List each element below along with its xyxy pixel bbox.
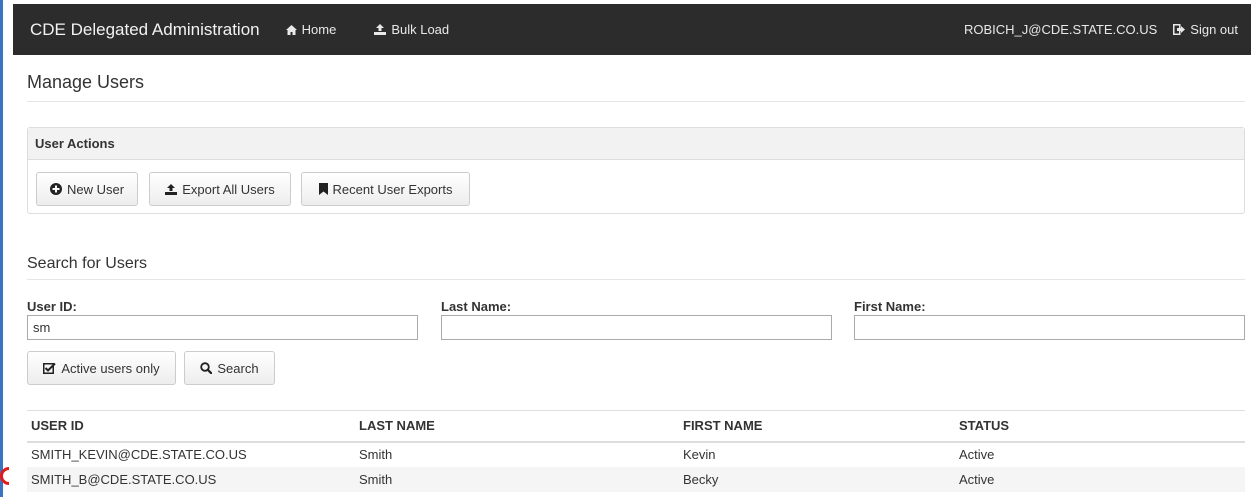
sign-out-label: Sign out	[1190, 22, 1238, 37]
first-name-label: First Name:	[854, 299, 926, 314]
active-users-only-label: Active users only	[61, 360, 160, 376]
new-user-label: New User	[66, 181, 125, 197]
nav-home-label: Home	[301, 22, 337, 37]
checkbox-checked-icon	[43, 362, 57, 374]
search-divider	[27, 279, 1245, 280]
recent-user-exports-label: Recent User Exports	[332, 181, 453, 197]
cell-last-name: Smith	[359, 447, 393, 462]
user-actions-body: New User Export All Users Recent User Ex…	[28, 160, 1244, 214]
export-all-users-button[interactable]: Export All Users	[149, 172, 291, 206]
sign-out-link[interactable]: Sign out	[1173, 22, 1238, 37]
search-icon	[200, 362, 213, 374]
nav-home-link[interactable]: Home	[285, 22, 337, 37]
cell-user-id: SMITH_B@CDE.STATE.CO.US	[27, 466, 355, 492]
user-actions-title: User Actions	[28, 128, 1244, 160]
active-users-only-toggle[interactable]: Active users only	[27, 351, 176, 385]
nav-bulk-load-label: Bulk Load	[391, 22, 450, 37]
cell-user-id: SMITH_KEVIN@CDE.STATE.CO.US	[31, 447, 247, 462]
recent-user-exports-button[interactable]: Recent User Exports	[301, 172, 470, 206]
top-navbar: CDE Delegated Administration Home Bulk L…	[13, 4, 1251, 55]
sign-out-icon	[1173, 24, 1186, 35]
user-actions-panel: User Actions New User Export All Users R…	[27, 127, 1245, 214]
nav-bulk-load-link[interactable]: Bulk Load	[374, 22, 449, 37]
col-header-last-name[interactable]: LAST NAME	[355, 410, 679, 443]
search-title: Search for Users	[27, 255, 148, 272]
edge-annotation-mark	[0, 467, 9, 485]
page-title: Manage Users	[27, 72, 145, 92]
cell-first-name: Becky	[679, 466, 955, 492]
export-all-users-label: Export All Users	[182, 181, 275, 197]
cell-last-name: Smith	[355, 466, 679, 492]
bookmark-icon	[318, 183, 328, 195]
home-icon	[285, 24, 297, 35]
cell-status: Active	[955, 466, 1245, 492]
last-name-input[interactable]	[441, 315, 832, 340]
title-divider	[27, 101, 1245, 102]
search-button[interactable]: Search	[184, 351, 275, 385]
new-user-button[interactable]: New User	[36, 172, 138, 206]
search-label: Search	[217, 360, 259, 376]
table-row[interactable]: SMITH_B@CDE.STATE.CO.US Smith Becky Acti…	[27, 466, 1245, 492]
brand-title[interactable]: CDE Delegated Administration	[30, 20, 260, 40]
user-id-input[interactable]	[27, 315, 418, 340]
users-table: USER ID LAST NAME FIRST NAME STATUS SMIT…	[27, 410, 1245, 492]
plus-circle-icon	[49, 183, 62, 195]
col-header-status[interactable]: STATUS	[955, 410, 1245, 443]
upload-icon	[374, 24, 387, 35]
col-header-first-name[interactable]: FIRST NAME	[679, 410, 955, 443]
user-id-label: User ID:	[27, 299, 77, 314]
user-email[interactable]: ROBICH_J@CDE.STATE.CO.US	[964, 22, 1157, 37]
col-header-user-id[interactable]: USER ID	[27, 410, 355, 443]
cell-first-name: Kevin	[683, 447, 716, 462]
table-header-row: USER ID LAST NAME FIRST NAME STATUS	[27, 410, 1245, 443]
last-name-label: Last Name:	[441, 299, 512, 314]
table-row[interactable]: SMITH_KEVIN@CDE.STATE.CO.US Smith Kevin …	[27, 442, 1245, 467]
first-name-input[interactable]	[854, 315, 1245, 340]
upload-icon	[165, 183, 178, 195]
cell-status: Active	[959, 447, 995, 462]
nav-right-group: ROBICH_J@CDE.STATE.CO.US Sign out	[964, 22, 1238, 37]
